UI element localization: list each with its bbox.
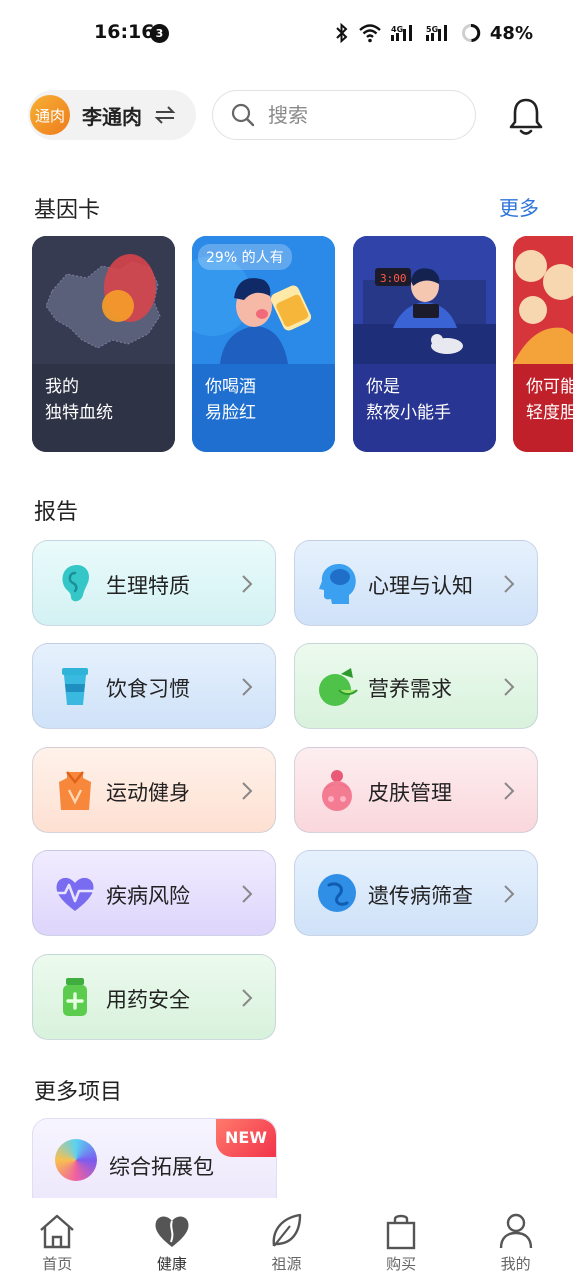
report-label: 运动健身 bbox=[106, 781, 190, 805]
wifi-icon bbox=[359, 24, 381, 43]
signal-4g-icon: 4G bbox=[390, 25, 412, 41]
bell-icon[interactable] bbox=[508, 96, 544, 136]
lime-icon bbox=[319, 668, 358, 706]
comprehensive-bundle-card[interactable]: 综合拓展包 NEW bbox=[32, 1118, 277, 1198]
chevron-right-icon bbox=[504, 575, 515, 593]
svg-text:5G: 5G bbox=[426, 25, 438, 34]
more-projects-title: 更多项目 bbox=[34, 1080, 123, 1105]
chevron-right-icon bbox=[504, 885, 515, 903]
account-switcher[interactable]: 通肉 李通肉 bbox=[28, 90, 196, 140]
status-icons: 4G 5G 48% bbox=[335, 20, 533, 46]
report-diet-habits-button[interactable]: 饮食习惯 bbox=[32, 643, 276, 729]
bag-icon bbox=[386, 1214, 416, 1250]
bottom-nav: 首页 健康 祖源 购买 我的 bbox=[0, 1198, 573, 1280]
switch-arrows-icon bbox=[154, 106, 176, 124]
report-physiological-traits-button[interactable]: 生理特质 bbox=[32, 540, 276, 626]
search-icon bbox=[231, 103, 255, 127]
gene-card-partial[interactable]: 你可能 轻度胆 bbox=[513, 236, 573, 452]
head-brain-icon bbox=[319, 564, 356, 604]
nav-ancestry[interactable]: 祖源 bbox=[229, 1198, 344, 1280]
ear-icon bbox=[62, 565, 89, 602]
report-label: 疾病风险 bbox=[106, 884, 190, 908]
gene-card-caption: 你喝酒 易脸红 bbox=[192, 364, 335, 452]
report-psychology-cognition-button[interactable]: 心理与认知 bbox=[294, 540, 538, 626]
sport-shirt-icon bbox=[59, 771, 91, 810]
gene-card-caption: 我的 独特血统 bbox=[32, 364, 175, 452]
avatar: 通肉 bbox=[30, 95, 70, 135]
report-label: 饮食习惯 bbox=[106, 677, 190, 701]
report-label: 皮肤管理 bbox=[368, 781, 452, 805]
battery-percent: 48% bbox=[489, 22, 533, 44]
gene-card-caption: 你是 熬夜小能手 bbox=[353, 364, 496, 452]
nav-label: 健康 bbox=[156, 1255, 187, 1273]
nav-buy[interactable]: 购买 bbox=[344, 1198, 459, 1280]
notification-count-badge: 3 bbox=[150, 24, 169, 43]
nav-mine[interactable]: 我的 bbox=[458, 1198, 573, 1280]
new-badge: NEW bbox=[216, 1119, 276, 1157]
gene-card-night-owl[interactable]: 3:00 你是 熬夜小能手 bbox=[353, 236, 496, 452]
clock-time: 3:00 bbox=[380, 272, 407, 285]
gene-card-carousel[interactable]: 我的 独特血统 29% 的人有 你喝酒 易脸红 3:00 你是 熬夜小能手 你可… bbox=[32, 236, 573, 452]
chevron-right-icon bbox=[242, 575, 253, 593]
chevron-right-icon bbox=[242, 885, 253, 903]
report-genetic-disease-screening-button[interactable]: 遗传病筛查 bbox=[294, 850, 538, 936]
report-nutrition-needs-button[interactable]: 营养需求 bbox=[294, 643, 538, 729]
face-icon bbox=[322, 770, 352, 811]
cup-icon bbox=[62, 668, 88, 705]
gene-more-link[interactable]: 更多 bbox=[499, 192, 539, 221]
chevron-right-icon bbox=[242, 782, 253, 800]
bluetooth-icon bbox=[336, 23, 348, 43]
report-label: 用药安全 bbox=[106, 988, 190, 1012]
bundle-gradient-icon bbox=[55, 1139, 97, 1181]
search-bar[interactable] bbox=[212, 90, 476, 140]
status-bar: 16:16 3 4G 5G 48% bbox=[0, 0, 573, 66]
gene-section-title: 基因卡 bbox=[34, 198, 101, 223]
percentage-tag: 29% 的人有 bbox=[198, 244, 292, 270]
cell-icon bbox=[318, 874, 356, 912]
person-icon bbox=[499, 1213, 532, 1249]
heart-pulse-icon bbox=[53, 877, 97, 911]
gene-card-alcohol-flush[interactable]: 29% 的人有 你喝酒 易脸红 bbox=[192, 236, 335, 452]
report-label: 营养需求 bbox=[368, 677, 452, 701]
account-name: 李通肉 bbox=[82, 104, 142, 129]
faces-illustration bbox=[513, 236, 573, 364]
battery-ring-icon bbox=[461, 24, 481, 42]
signal-5g-icon: 5G bbox=[425, 25, 447, 41]
status-time: 16:16 bbox=[94, 21, 155, 43]
china-map-heat-illustration bbox=[32, 236, 175, 364]
night-owl-illustration: 3:00 bbox=[353, 236, 496, 364]
nav-label: 祖源 bbox=[271, 1255, 302, 1273]
nav-label: 购买 bbox=[386, 1255, 417, 1273]
nav-home[interactable]: 首页 bbox=[0, 1198, 115, 1280]
leaf-icon bbox=[273, 1213, 302, 1247]
report-skin-care-button[interactable]: 皮肤管理 bbox=[294, 747, 538, 833]
gene-card-lineage[interactable]: 我的 独特血统 bbox=[32, 236, 175, 452]
chevron-right-icon bbox=[504, 782, 515, 800]
nav-label: 我的 bbox=[500, 1255, 531, 1273]
chevron-right-icon bbox=[504, 678, 515, 696]
gene-card-caption: 你可能 轻度胆 bbox=[513, 364, 573, 452]
chevron-right-icon bbox=[242, 678, 253, 696]
medicine-bottle-icon bbox=[63, 978, 87, 1016]
report-disease-risk-button[interactable]: 疾病风险 bbox=[32, 850, 276, 936]
report-label: 心理与认知 bbox=[368, 574, 473, 598]
nav-health[interactable]: 健康 bbox=[115, 1198, 230, 1280]
report-section-title: 报告 bbox=[34, 500, 79, 525]
report-fitness-button[interactable]: 运动健身 bbox=[32, 747, 276, 833]
chevron-right-icon bbox=[242, 989, 253, 1007]
heart-icon bbox=[155, 1216, 189, 1247]
report-medication-safety-button[interactable]: 用药安全 bbox=[32, 954, 276, 1040]
svg-text:4G: 4G bbox=[391, 25, 403, 34]
nav-label: 首页 bbox=[42, 1255, 73, 1273]
report-label: 生理特质 bbox=[106, 574, 190, 598]
report-label: 遗传病筛查 bbox=[368, 884, 473, 908]
bundle-label: 综合拓展包 bbox=[109, 1155, 214, 1179]
search-input[interactable] bbox=[268, 103, 448, 127]
home-icon bbox=[40, 1214, 75, 1249]
